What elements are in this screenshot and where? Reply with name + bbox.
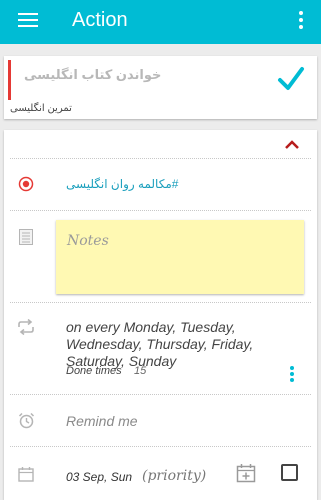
hamburger-menu-icon[interactable] [18, 13, 38, 29]
more-vertical-icon[interactable] [299, 11, 303, 32]
checkmark-icon[interactable] [276, 64, 306, 94]
task-project: تمرین انگلیسی [10, 103, 72, 114]
chevron-up-icon[interactable] [284, 139, 300, 149]
divider [10, 158, 311, 159]
divider [10, 210, 311, 211]
repeat-options-icon[interactable] [290, 366, 294, 384]
context-tag[interactable]: #مکالمه روان انگلیسی [66, 177, 178, 191]
notes-icon [19, 229, 33, 245]
task-title[interactable]: خواندن کتاب انگلیسی [24, 67, 161, 83]
done-times-label: Done times [66, 365, 122, 377]
task-detail-card: #مکالمه روان انگلیسی Notes on every Mond… [4, 130, 317, 500]
divider [10, 302, 311, 303]
app-title: Action [72, 9, 128, 31]
due-date[interactable]: 03 Sep, Sun [66, 470, 132, 484]
priority-indicator [8, 60, 11, 100]
repeat-icon [18, 319, 34, 335]
repeat-schedule[interactable]: on every Monday, Tuesday, Wednesday, Thu… [66, 319, 311, 370]
context-target-icon [18, 176, 34, 192]
done-times-count: 15 [134, 365, 147, 377]
alarm-clock-icon [18, 412, 35, 429]
divider [10, 446, 311, 447]
notes-placeholder: Notes [67, 233, 109, 249]
task-card[interactable]: خواندن کتاب انگلیسی تمرین انگلیسی [4, 56, 317, 119]
calendar-icon [18, 467, 34, 482]
priority-field[interactable]: (priority) [142, 468, 206, 484]
app-bar: Action [0, 0, 321, 44]
calendar-add-icon[interactable] [236, 463, 256, 483]
reminder-field[interactable]: Remind me [66, 413, 138, 429]
notes-field[interactable]: Notes [56, 220, 304, 294]
divider [10, 394, 311, 395]
complete-checkbox[interactable] [281, 464, 298, 481]
